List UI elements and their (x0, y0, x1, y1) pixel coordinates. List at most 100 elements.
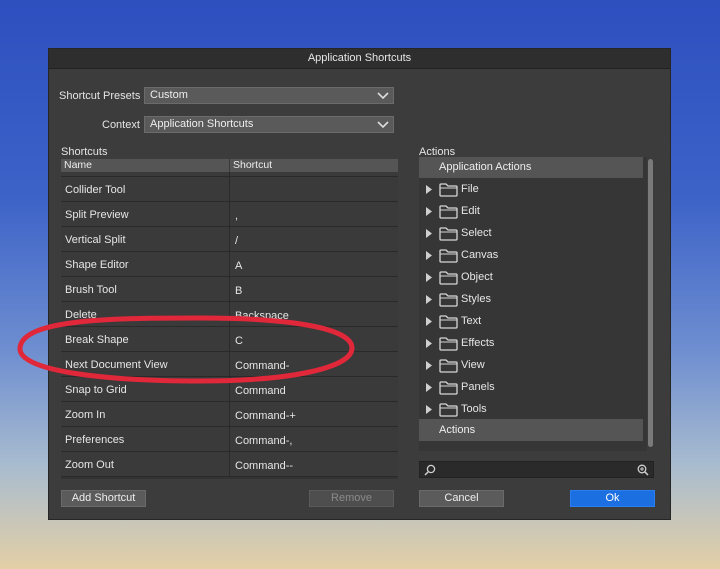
remove-button[interactable]: Remove (309, 490, 394, 507)
triangle-right-icon[interactable] (425, 251, 433, 260)
context-label: Context (102, 119, 140, 131)
row-shortcut: Command-- (235, 460, 294, 472)
actions-search-input[interactable] (419, 461, 654, 478)
row-shortcut: Backspace (235, 310, 289, 322)
table-row[interactable]: Zoom Out Command-- (61, 452, 398, 477)
tree-item-object[interactable]: Object (419, 267, 643, 289)
tree-item-label: Edit (461, 205, 480, 217)
tree-item-label: Panels (461, 381, 495, 393)
table-row[interactable]: Preferences Command-, (61, 427, 398, 452)
folder-icon (439, 293, 458, 307)
row-name: Snap to Grid (65, 384, 127, 396)
column-header-name: Name (64, 159, 93, 171)
row-shortcut: Command- (235, 360, 290, 372)
tree-item-label: Object (461, 271, 493, 283)
table-row[interactable]: Split Preview, (61, 202, 398, 227)
row-name: Break Shape (65, 334, 129, 346)
dialog-title: Application Shortcuts (49, 49, 670, 69)
table-row[interactable]: Delete Backspace (61, 302, 398, 327)
table-row[interactable]: Shape Editor A (61, 252, 398, 277)
table-body: Collider Tool Split Preview, Vertical Sp… (61, 171, 398, 477)
tree-footer-actions[interactable]: Actions (419, 419, 643, 441)
folder-icon (439, 271, 458, 285)
table-row[interactable]: Brush Tool B (61, 277, 398, 302)
tree-item-file[interactable]: File (419, 179, 643, 201)
triangle-right-icon[interactable] (425, 361, 433, 370)
folder-icon (439, 315, 458, 329)
cancel-button[interactable]: Cancel (419, 490, 504, 507)
shortcut-presets-select[interactable]: Custom (144, 87, 394, 104)
row-shortcut: Command (235, 385, 286, 397)
folder-icon (439, 381, 458, 395)
row-name: Vertical Split (65, 234, 126, 246)
search-icon (424, 464, 436, 476)
tree-item-styles[interactable]: Styles (419, 289, 643, 311)
row-shortcut: Command-, (235, 435, 293, 447)
tree-item-view[interactable]: View (419, 355, 643, 377)
tree-item-label: Styles (461, 293, 491, 305)
tree-item-tools[interactable]: Tools (419, 399, 643, 421)
row-name: Shape Editor (65, 259, 129, 271)
triangle-right-icon[interactable] (425, 339, 433, 348)
add-shortcut-button[interactable]: Add Shortcut (61, 490, 146, 507)
table-row[interactable]: Zoom In Command-+ (61, 402, 398, 427)
shortcuts-table: Name Shortcut Collider Tool Split Previe… (61, 159, 398, 479)
tree-item-label: Tools (461, 403, 487, 415)
column-separator (229, 159, 230, 172)
row-name: Split Preview (65, 209, 129, 221)
triangle-right-icon[interactable] (425, 383, 433, 392)
triangle-right-icon[interactable] (425, 207, 433, 216)
triangle-right-icon[interactable] (425, 405, 433, 414)
table-row[interactable]: Collider Tool (61, 177, 398, 202)
tree-item-label: Text (461, 315, 482, 327)
row-name: Preferences (65, 434, 125, 446)
table-header: Name Shortcut (61, 159, 398, 172)
row-shortcut: , (235, 210, 239, 222)
actions-tree: Application Actions File Edit Select Can… (419, 157, 654, 451)
tree-item-edit[interactable]: Edit (419, 201, 643, 223)
triangle-right-icon[interactable] (425, 185, 433, 194)
row-shortcut: C (235, 335, 243, 347)
tree-item-label: View (461, 359, 485, 371)
scrollbar-thumb[interactable] (648, 159, 653, 447)
chevron-down-icon (377, 121, 389, 129)
table-row-break-shape[interactable]: Break Shape C (61, 327, 398, 352)
actions-scrollbar[interactable] (647, 157, 654, 451)
row-shortcut: B (235, 285, 243, 297)
table-row[interactable]: Vertical Split / (61, 227, 398, 252)
chevron-down-icon (377, 92, 389, 100)
folder-icon (439, 249, 458, 263)
triangle-right-icon[interactable] (425, 229, 433, 238)
context-select[interactable]: Application Shortcuts (144, 116, 394, 133)
tree-header-application-actions[interactable]: Application Actions (419, 157, 643, 178)
row-name: Zoom In (65, 409, 106, 421)
table-row[interactable]: Snap to Grid Command (61, 377, 398, 402)
row-shortcut: Command-+ (235, 410, 296, 422)
shortcut-presets-value: Custom (150, 89, 188, 101)
row-name: Collider Tool (65, 184, 126, 196)
folder-icon (439, 227, 458, 241)
folder-icon (439, 205, 458, 219)
tree-item-label: Select (461, 227, 492, 239)
row-name: Zoom Out (65, 459, 114, 471)
row-name: Delete (65, 309, 97, 321)
tree-item-effects[interactable]: Effects (419, 333, 643, 355)
ok-button[interactable]: Ok (570, 490, 655, 507)
row-shortcut: / (235, 235, 239, 247)
zoom-icon[interactable] (637, 464, 649, 476)
triangle-right-icon[interactable] (425, 273, 433, 282)
tree-item-text[interactable]: Text (419, 311, 643, 333)
folder-icon (439, 403, 458, 417)
table-row[interactable]: Next Document View Command- (61, 352, 398, 377)
tree-item-panels[interactable]: Panels (419, 377, 643, 399)
tree-item-canvas[interactable]: Canvas (419, 245, 643, 267)
triangle-right-icon[interactable] (425, 317, 433, 326)
triangle-right-icon[interactable] (425, 295, 433, 304)
tree-item-select[interactable]: Select (419, 223, 643, 245)
folder-icon (439, 183, 458, 197)
column-header-shortcut: Shortcut (233, 159, 273, 171)
tree-item-label: Canvas (461, 249, 499, 261)
shortcuts-section-label: Shortcuts (61, 146, 108, 158)
shortcut-presets-label: Shortcut Presets (59, 90, 141, 102)
tree-item-label: Effects (461, 337, 495, 349)
